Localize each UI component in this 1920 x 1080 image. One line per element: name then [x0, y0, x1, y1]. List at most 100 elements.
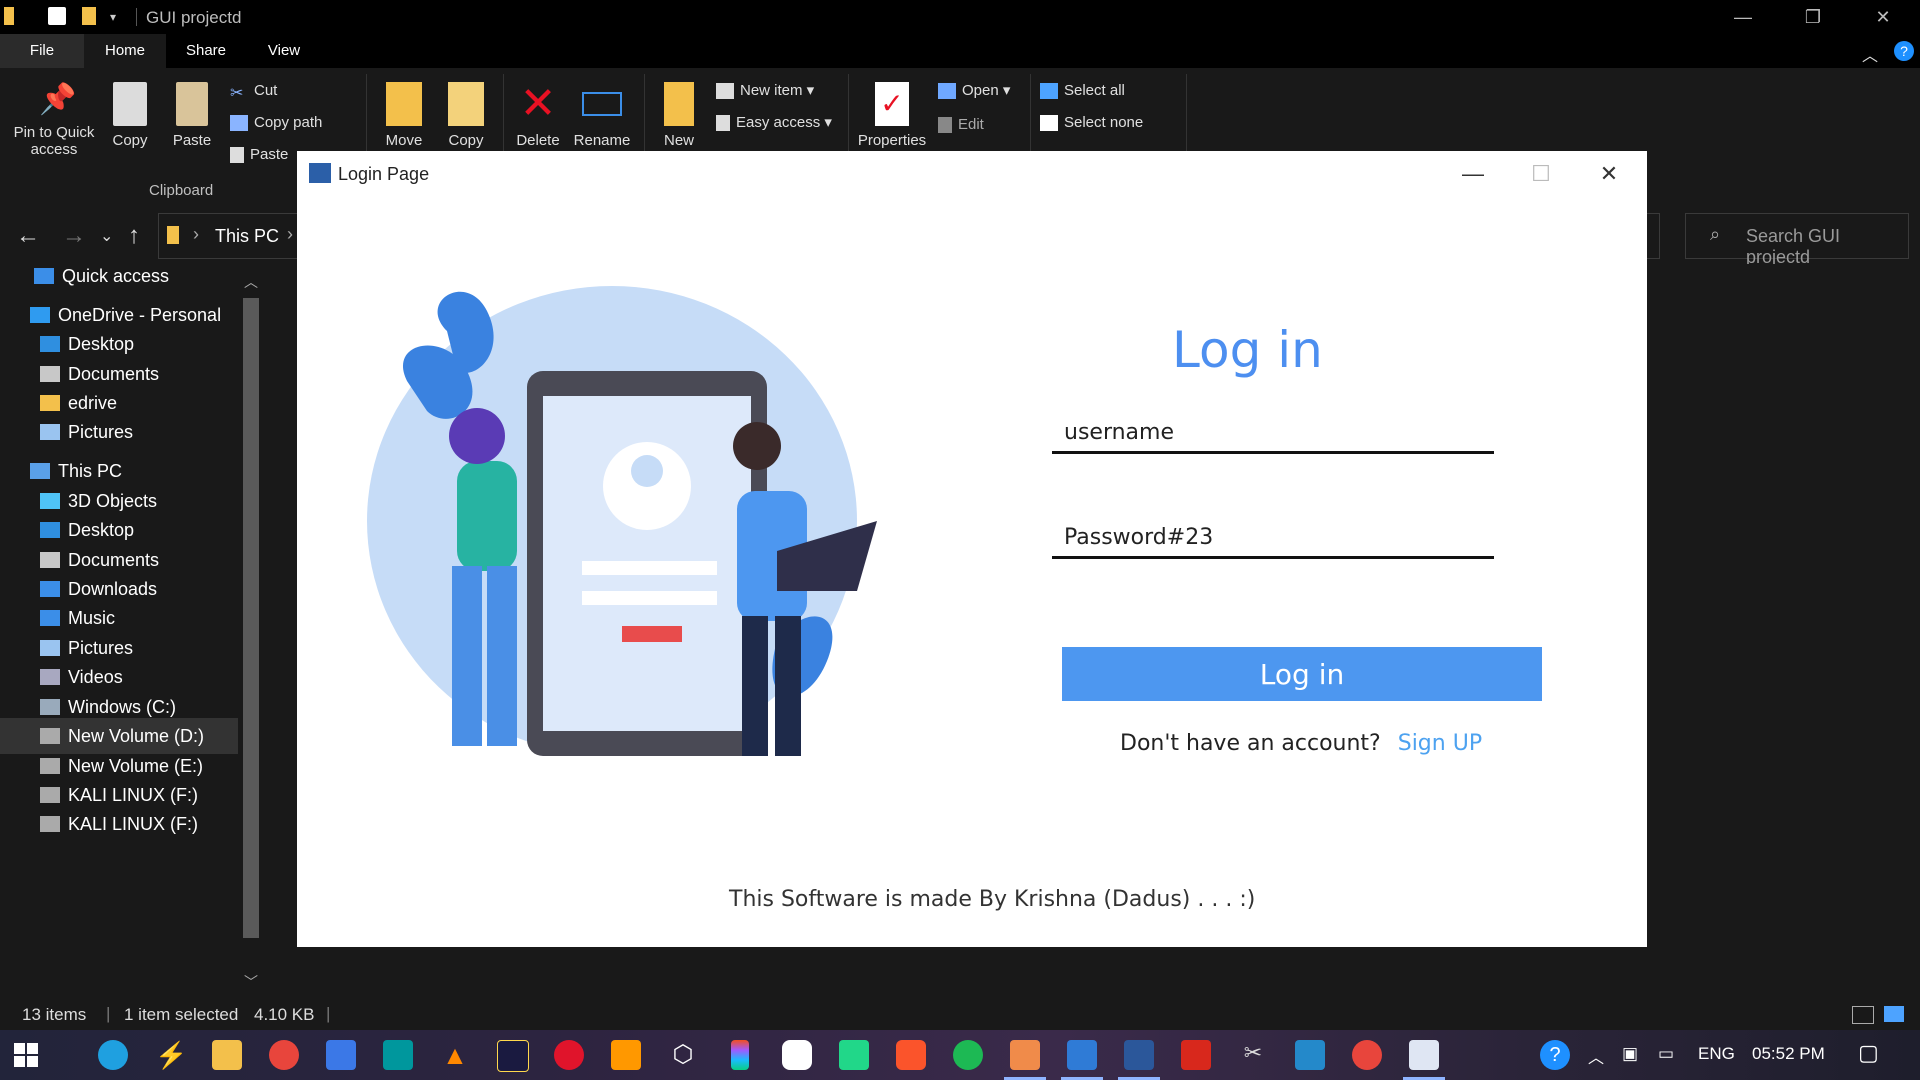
mock-input [582, 591, 717, 605]
breadcrumb-chevron-icon: › [287, 224, 293, 244]
breadcrumb-this-pc[interactable]: This PC [215, 226, 279, 247]
snipping-icon[interactable]: ✂ [1238, 1040, 1268, 1070]
new-folder-button[interactable]: New [655, 82, 703, 149]
windows-start-icon[interactable] [14, 1043, 38, 1067]
cut-label: Cut [254, 82, 278, 99]
minimize-button[interactable]: — [1720, 4, 1766, 30]
app-p-icon[interactable] [782, 1040, 812, 1070]
paste-button[interactable]: Paste [168, 82, 216, 149]
tab-file[interactable]: File [0, 34, 84, 68]
python-app-icon[interactable] [1403, 1040, 1445, 1080]
cut-button[interactable]: ✂ Cut [230, 80, 277, 102]
file-explorer-icon[interactable] [212, 1040, 242, 1070]
tab-home[interactable]: Home [84, 34, 166, 68]
edit-button[interactable]: Edit [938, 114, 984, 136]
signup-row: Don't have an account? Sign UP [1120, 731, 1482, 756]
properties-button[interactable]: ✓ Properties [856, 82, 928, 149]
recent-locations-chevron-icon[interactable]: ⌄ [100, 226, 113, 246]
sublime-icon[interactable] [611, 1040, 641, 1070]
clock[interactable]: 05:52 PM [1752, 1044, 1825, 1064]
vlc-icon[interactable]: ▲ [440, 1040, 470, 1070]
drive-icon [40, 758, 60, 774]
search-input[interactable]: Search GUI projectd [1746, 226, 1908, 268]
nav-item[interactable]: Pictures [0, 414, 238, 450]
collapse-ribbon-icon[interactable]: ︿ [1862, 42, 1878, 66]
dialog-maximize-button[interactable]: ☐ [1511, 157, 1571, 191]
up-arrow-icon[interactable]: ↑ [128, 222, 140, 250]
close-button[interactable]: ✕ [1860, 4, 1906, 30]
pycharm-icon[interactable] [839, 1040, 869, 1070]
copy-to-icon [448, 82, 484, 126]
brave-icon[interactable] [896, 1040, 926, 1070]
password-input[interactable] [1052, 519, 1494, 559]
active-app-icon[interactable] [1004, 1040, 1046, 1080]
language-indicator[interactable]: ENG [1698, 1044, 1735, 1064]
word-icon[interactable] [1118, 1040, 1160, 1080]
clipboard-group-label: Clipboard [149, 182, 214, 199]
show-hidden-icons-icon[interactable]: ︿ [1588, 1044, 1604, 1068]
new-folder-quick-icon[interactable] [82, 7, 96, 25]
dialog-close-button[interactable]: ✕ [1579, 157, 1639, 191]
drive-icon [40, 787, 60, 803]
large-icons-view-icon[interactable] [1884, 1006, 1904, 1022]
open-button[interactable]: Open ▾ [938, 80, 1010, 102]
details-view-icon[interactable] [1852, 1006, 1874, 1024]
edge-browser-icon[interactable] [98, 1040, 128, 1070]
lightning-app-icon[interactable]: ⚡ [155, 1040, 187, 1070]
chrome-icon[interactable] [269, 1040, 299, 1070]
pin-to-quick-access-button[interactable]: 📌 Pin to Quick access [6, 82, 102, 158]
mock-input [582, 561, 717, 575]
copy-to-label: Copy [448, 132, 484, 149]
notification-icon[interactable]: ▢ [1858, 1040, 1879, 1066]
copy-to-button[interactable]: Copy [442, 82, 490, 149]
chrome-profile-icon[interactable] [1352, 1040, 1382, 1070]
easy-access-button[interactable]: Easy access ▾ [716, 112, 832, 134]
rename-button[interactable]: Rename [572, 82, 632, 149]
scroll-up-icon[interactable]: ︿ [244, 272, 258, 292]
help-tray-icon[interactable]: ? [1540, 1040, 1570, 1070]
select-none-button[interactable]: Select none [1040, 112, 1143, 134]
acrobat-icon[interactable] [1181, 1040, 1211, 1070]
username-input[interactable] [1052, 414, 1494, 454]
network-icon[interactable]: ▣ [1622, 1044, 1638, 1064]
figma-icon[interactable] [731, 1040, 749, 1070]
login-button[interactable]: Log in [1062, 647, 1542, 701]
dialog-minimize-button[interactable]: — [1443, 157, 1503, 191]
new-item-button[interactable]: New item ▾ [716, 80, 814, 102]
nav-scrollbar[interactable]: ︿ ﹀ [240, 272, 262, 992]
customize-toolbar-icon[interactable]: ▾ [110, 10, 122, 28]
nav-item[interactable]: KALI LINUX (F:) [0, 806, 238, 842]
nav-item[interactable]: Quick access [0, 258, 238, 294]
battery-icon[interactable]: ▭ [1658, 1044, 1674, 1064]
unity-icon[interactable]: ⬡ [668, 1040, 698, 1070]
arduino-icon[interactable] [383, 1040, 413, 1070]
opera-icon[interactable] [554, 1040, 584, 1070]
move-to-button[interactable]: Move [380, 82, 428, 149]
inkscape-like-icon[interactable] [497, 1040, 529, 1072]
paste-shortcut-button[interactable]: Paste [230, 144, 288, 166]
copy-path-button[interactable]: Copy path [230, 112, 322, 134]
tab-share[interactable]: Share [166, 34, 246, 68]
divider: | [106, 1004, 111, 1023]
app-window-icon[interactable] [1061, 1040, 1103, 1080]
spotify-icon[interactable] [953, 1040, 983, 1070]
maximize-button[interactable]: ❐ [1790, 4, 1836, 30]
help-icon[interactable]: ? [1894, 41, 1914, 61]
signup-link[interactable]: Sign UP [1398, 731, 1482, 756]
search-box[interactable]: ⌕ Search GUI projectd [1685, 213, 1909, 267]
open-label: Open [962, 82, 999, 99]
delete-button[interactable]: ✕ Delete [512, 82, 564, 150]
scroll-down-icon[interactable]: ﹀ [244, 972, 258, 992]
forward-arrow-icon[interactable]: → [62, 222, 86, 250]
tab-view[interactable]: View [246, 34, 322, 68]
man-leg [775, 616, 801, 756]
navigation-pane: Quick access OneDrive - Personal Desktop Do… [0, 264, 264, 1000]
back-arrow-icon[interactable]: ← [16, 222, 40, 250]
select-all-button[interactable]: Select all [1040, 80, 1125, 102]
pin-label-2: access [30, 141, 78, 158]
copy-button[interactable]: Copy [106, 82, 154, 149]
scrollbar-thumb[interactable] [243, 298, 259, 938]
remote-desktop-icon[interactable] [326, 1040, 356, 1070]
vscode-icon[interactable] [1295, 1040, 1325, 1070]
properties-quick-icon[interactable] [48, 7, 66, 25]
